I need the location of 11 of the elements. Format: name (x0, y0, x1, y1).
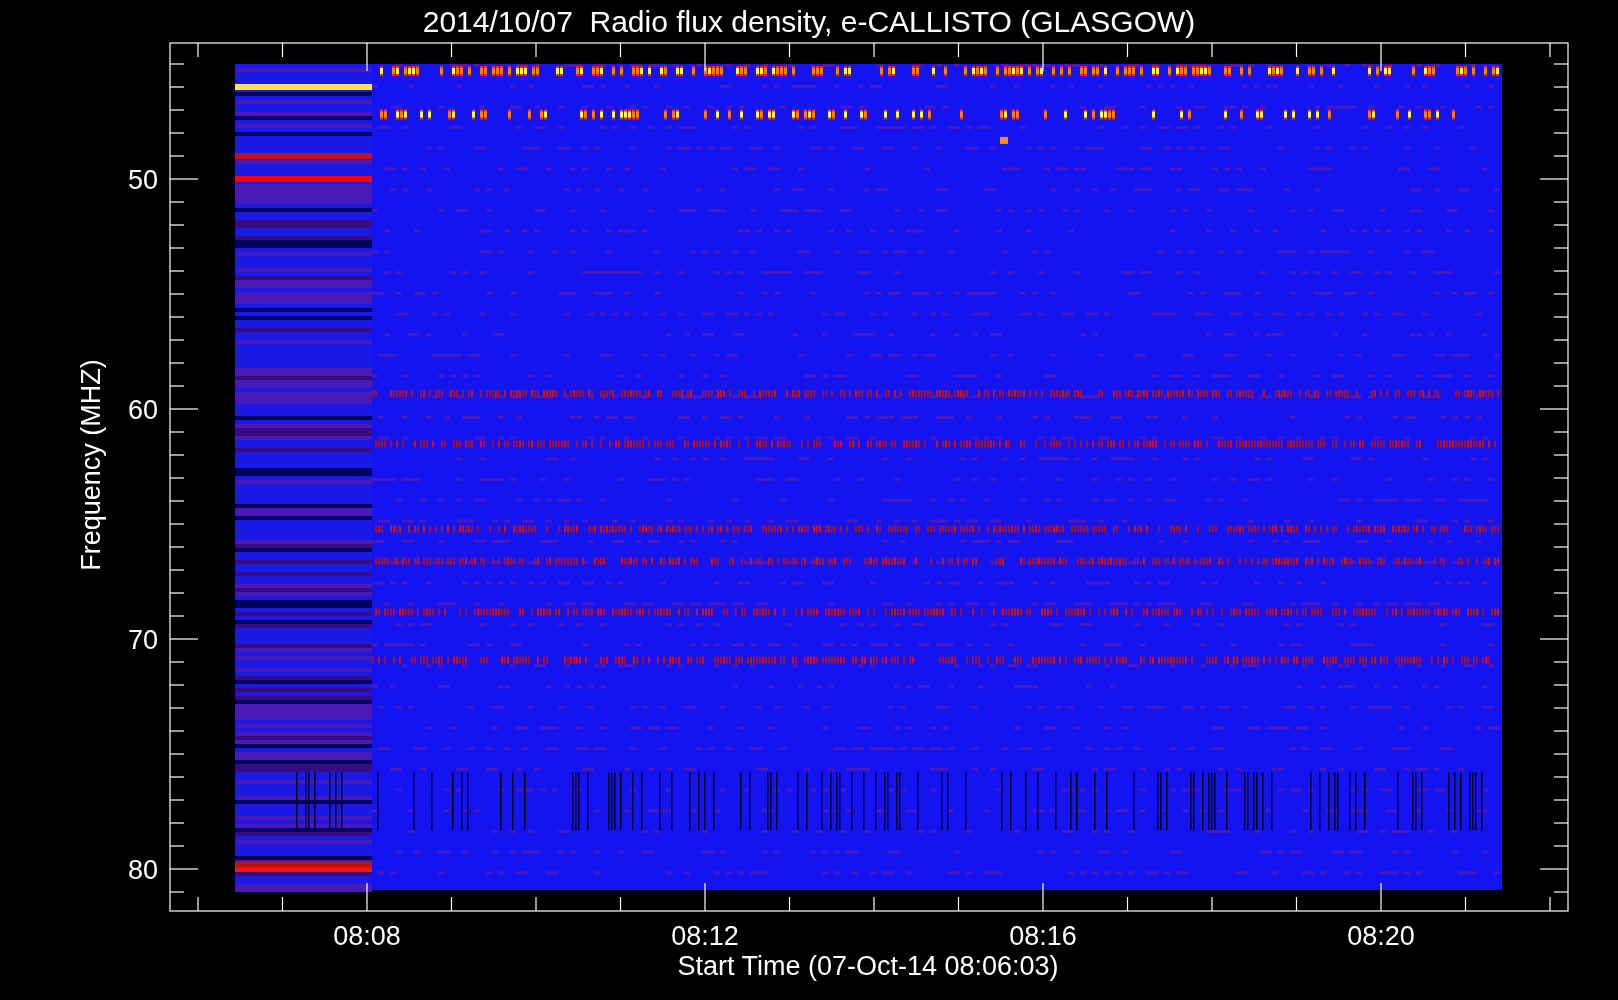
y-axis-label: Frequency (MHZ) (76, 359, 106, 571)
y-tick-label: 50 (127, 165, 158, 195)
x-tick-label: 08:08 (333, 921, 401, 951)
y-tick-label: 70 (127, 625, 158, 655)
x-tick-label: 08:12 (671, 921, 739, 951)
y-tick-label: 80 (127, 855, 158, 885)
plot-title: 2014/10/07 Radio flux density, e-CALLISTO (GLASGOW) (422, 5, 1196, 38)
x-axis-label: Start Time (07-Oct-14 08:06:03) (677, 951, 1059, 981)
x-tick-label: 08:20 (1347, 921, 1415, 951)
y-tick-label: 60 (127, 395, 158, 425)
x-tick-label: 08:16 (1009, 921, 1077, 951)
